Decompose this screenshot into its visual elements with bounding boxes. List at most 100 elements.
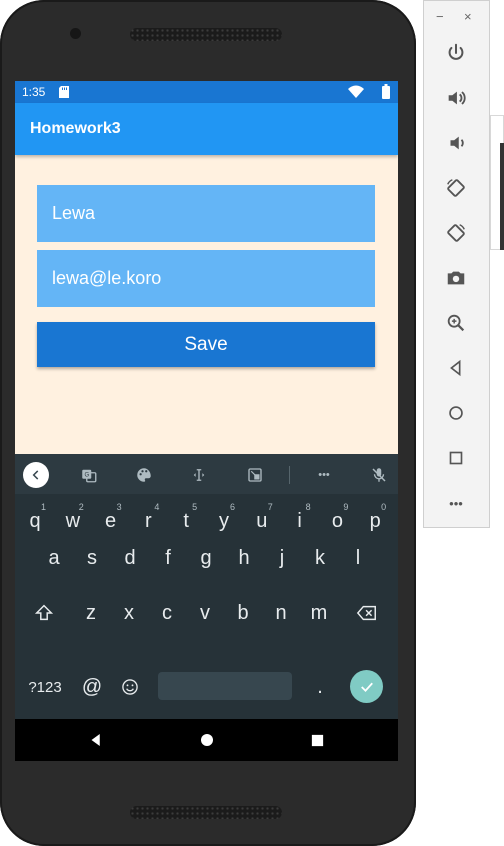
key-label: q <box>29 509 41 532</box>
emoji-icon <box>122 679 138 695</box>
key-h[interactable]: h <box>227 535 261 581</box>
panel-titlebar: − × <box>424 9 489 27</box>
more-icon[interactable]: ••• <box>311 462 337 488</box>
back-icon <box>32 470 39 480</box>
screenshot-button[interactable] <box>442 264 470 292</box>
overview-button[interactable] <box>442 444 470 472</box>
key-z[interactable]: z <box>74 590 108 636</box>
key-hint: 9 <box>343 502 349 512</box>
period-key[interactable]: . <box>303 664 337 710</box>
backspace-key[interactable] <box>350 590 384 636</box>
minimize-button[interactable]: − <box>436 9 444 24</box>
key-hint: 3 <box>116 502 122 512</box>
screen-icon <box>248 468 262 482</box>
emulator-side-panel: − × ••• <box>423 0 490 528</box>
overview-icon <box>449 451 463 465</box>
status-bar: 1:35 <box>15 81 398 103</box>
navigation-bar <box>15 719 398 761</box>
key-label: e <box>105 509 117 532</box>
key-hint: 6 <box>229 502 235 512</box>
back-icon <box>450 359 461 377</box>
key-d[interactable]: d <box>113 535 147 581</box>
volume-up-icon <box>448 91 466 105</box>
back-icon <box>91 734 100 746</box>
zoom-button[interactable] <box>442 309 470 337</box>
shift-key[interactable] <box>27 590 61 636</box>
key-label: o <box>331 509 343 532</box>
symbols-key[interactable]: ?123 <box>25 664 65 710</box>
emoji-key[interactable] <box>113 664 147 710</box>
key-hint: 1 <box>40 502 46 512</box>
camera-icon <box>447 271 465 285</box>
key-v[interactable]: v <box>188 590 222 636</box>
email-field[interactable] <box>37 250 375 307</box>
rotate-right-button[interactable] <box>442 219 470 247</box>
key-g[interactable]: g <box>189 535 223 581</box>
rotate-left-icon <box>447 179 465 197</box>
toolbar-divider <box>289 466 290 484</box>
voice-input-button[interactable] <box>366 462 392 488</box>
key-hint: 4 <box>154 502 160 512</box>
wifi-icon <box>348 85 364 98</box>
more-options-button[interactable]: ••• <box>442 489 470 517</box>
keyboard-back-button[interactable] <box>23 462 49 488</box>
key-hint: 8 <box>305 502 311 512</box>
text-editing-button[interactable] <box>186 462 212 488</box>
phone-frame: 1:35 Homework3 Save G <box>0 0 416 846</box>
home-button[interactable] <box>442 399 470 427</box>
key-m[interactable]: m <box>302 590 336 636</box>
translate-button[interactable]: G <box>76 462 102 488</box>
power-button[interactable] <box>442 39 470 67</box>
nav-overview-button[interactable] <box>305 728 329 752</box>
key-j[interactable]: j <box>265 535 299 581</box>
at-key[interactable]: @ <box>75 664 109 710</box>
one-handed-button[interactable] <box>242 462 268 488</box>
key-label: p <box>369 509 381 532</box>
key-label: w <box>65 509 81 532</box>
key-s[interactable]: s <box>75 535 109 581</box>
name-field[interactable] <box>37 185 375 242</box>
top-speaker <box>130 28 282 41</box>
cursor-icon <box>193 469 205 481</box>
app-title: Homework3 <box>30 120 121 137</box>
power-icon <box>448 43 464 60</box>
app-toolbar: Homework3 <box>15 103 398 155</box>
key-n[interactable]: n <box>264 590 298 636</box>
rotate-right-icon <box>447 224 465 242</box>
key-f[interactable]: f <box>151 535 185 581</box>
rotate-left-button[interactable] <box>442 174 470 202</box>
key-l[interactable]: l <box>341 535 375 581</box>
key-x[interactable]: x <box>112 590 146 636</box>
back-button[interactable] <box>442 354 470 382</box>
close-button[interactable]: × <box>464 9 472 24</box>
nav-home-button[interactable] <box>195 728 219 752</box>
status-time: 1:35 <box>22 85 46 99</box>
battery-icon <box>382 84 390 99</box>
key-c[interactable]: c <box>150 590 184 636</box>
key-label: u <box>256 509 268 532</box>
key-hint: 2 <box>78 502 84 512</box>
key-b[interactable]: b <box>226 590 260 636</box>
bottom-speaker <box>130 806 282 819</box>
key-k[interactable]: k <box>303 535 337 581</box>
nav-back-button[interactable] <box>84 728 108 752</box>
enter-key[interactable] <box>350 670 383 703</box>
volume-up-button[interactable] <box>442 84 470 112</box>
sd-card-icon <box>59 86 69 98</box>
key-label: t <box>183 509 189 532</box>
svg-text:G: G <box>85 473 90 479</box>
key-label: r <box>145 509 152 532</box>
key-label: i <box>297 509 302 532</box>
key-label: y <box>219 509 229 532</box>
keyboard-toolbar: G ••• <box>15 454 398 494</box>
volume-down-icon <box>450 136 464 150</box>
save-button[interactable]: Save <box>37 322 375 367</box>
key-hint: 0 <box>381 502 387 512</box>
theme-button[interactable] <box>131 462 157 488</box>
home-icon <box>449 406 463 420</box>
volume-down-button[interactable] <box>442 129 470 157</box>
key-a[interactable]: a <box>37 535 71 581</box>
key-hint: 5 <box>192 502 198 512</box>
zoom-icon <box>447 314 465 332</box>
space-key[interactable] <box>158 672 292 700</box>
